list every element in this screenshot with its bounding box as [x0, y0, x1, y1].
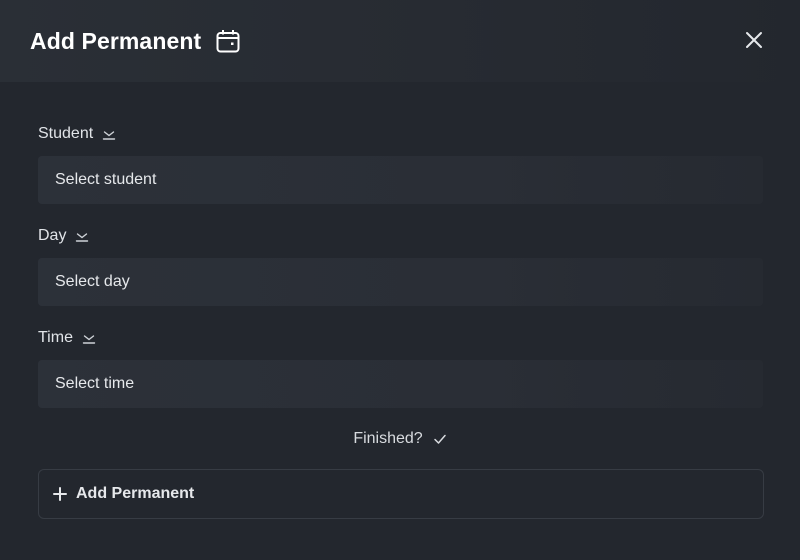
close-icon[interactable] — [742, 28, 766, 52]
student-select[interactable]: Select student — [38, 156, 763, 204]
add-permanent-label: Add Permanent — [76, 485, 195, 502]
chevron-down-icon — [82, 331, 96, 345]
dialog-title: Add Permanent — [30, 27, 202, 54]
day-label-row: Day — [38, 225, 763, 247]
day-select[interactable]: Select day — [38, 258, 763, 306]
time-select-placeholder: Select time — [55, 375, 135, 392]
calendar-icon — [215, 28, 241, 54]
add-permanent-button[interactable]: Add Permanent — [38, 469, 764, 519]
time-field-group: Time Select time — [38, 327, 763, 408]
add-permanent-dialog: Add Permanent Student Select student Day… — [0, 0, 800, 560]
chevron-down-icon — [102, 127, 116, 141]
chevron-down-icon — [75, 229, 89, 243]
time-label-row: Time — [38, 327, 763, 349]
time-select[interactable]: Select time — [38, 360, 763, 408]
dialog-header: Add Permanent — [0, 0, 800, 82]
student-label-row: Student — [38, 123, 763, 145]
student-select-placeholder: Select student — [55, 171, 157, 188]
check-icon — [433, 432, 447, 446]
finished-toggle[interactable]: Finished? — [0, 430, 800, 448]
day-field-group: Day Select day — [38, 225, 763, 306]
day-label: Day — [38, 227, 67, 244]
time-label: Time — [38, 329, 73, 346]
finished-label: Finished? — [353, 430, 423, 447]
student-label: Student — [38, 125, 94, 142]
student-field-group: Student Select student — [38, 123, 763, 204]
plus-icon — [53, 487, 67, 501]
day-select-placeholder: Select day — [55, 273, 130, 290]
